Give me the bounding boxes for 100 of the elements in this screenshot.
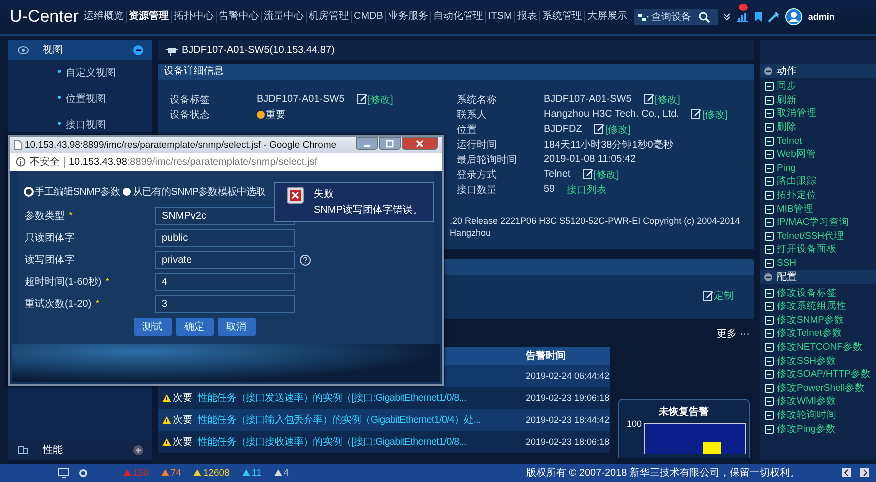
field-value: 59	[544, 184, 556, 195]
field-label: 位置	[457, 124, 478, 136]
action-link[interactable]: 修改SSH参数	[760, 354, 876, 368]
field-label: 参数类型	[25, 210, 65, 223]
minimize-button[interactable]	[356, 137, 378, 150]
field-value: BJDFDZ	[544, 124, 582, 135]
action-link[interactable]: 修改NETCONF参数	[760, 340, 876, 354]
field-label: 接口数量	[457, 184, 498, 196]
monitor-icon	[58, 468, 70, 478]
maximize-button[interactable]	[379, 137, 401, 150]
nav-tab[interactable]: 流量中心	[260, 11, 306, 23]
column-header: 告警时间	[525, 350, 567, 363]
action-link[interactable]: Telnet/SSH代理	[760, 230, 876, 244]
nav-tab[interactable]: 大屏展示	[584, 11, 630, 23]
help-icon[interactable]: ?	[300, 254, 311, 266]
nav-tab[interactable]: 报表	[514, 11, 540, 23]
close-button[interactable]	[402, 137, 438, 150]
sidebar-item[interactable]: 接口视图	[8, 112, 152, 138]
user-name[interactable]: admin	[808, 12, 835, 22]
square-icon	[765, 204, 774, 214]
nav-tab[interactable]: 拓扑中心	[170, 11, 216, 23]
axis-label: 100	[627, 419, 642, 429]
text-field[interactable]: 4	[155, 273, 295, 291]
action-link[interactable]: SSH	[760, 256, 876, 270]
table-cell-text: 2019-02-23 18:06:18	[525, 437, 610, 447]
action-link[interactable]: 拓扑定位	[760, 188, 876, 202]
action-link[interactable]: 删除	[760, 120, 876, 134]
dialog-button[interactable]: 确定	[176, 318, 214, 336]
dialog-button[interactable]: 取消	[218, 318, 256, 336]
alarm-link[interactable]: 性能任务（接口接收速率）的实例（[接口:GigabitEthernet1/0/8...	[198, 437, 466, 448]
square-icon	[765, 259, 774, 268]
text-field[interactable]: 3	[155, 295, 295, 313]
search-field[interactable]: 查询设备	[651, 12, 698, 22]
bar-chart-icon	[736, 12, 750, 22]
action-link[interactable]: 修改SNMP参数	[760, 314, 876, 328]
nav-tab[interactable]: CMDB	[350, 11, 386, 23]
alarm-count[interactable]: 11	[252, 468, 262, 478]
text-field[interactable]: private	[155, 251, 295, 269]
nav-tab[interactable]: ITSM	[485, 11, 514, 23]
nav-tab[interactable]: 运维概览	[82, 11, 126, 23]
action-link[interactable]: 路由跟踪	[760, 175, 876, 189]
nav-tab[interactable]: 告警中心	[216, 11, 261, 23]
action-link[interactable]: MIB管理	[760, 202, 876, 216]
edit-link[interactable]: [修改]	[594, 122, 631, 136]
sidebar-item[interactable]: 自定义视图	[8, 60, 152, 86]
radio-button[interactable]	[122, 188, 131, 196]
radio-button[interactable]	[25, 188, 33, 196]
action-link[interactable]: 刷新	[760, 94, 876, 108]
action-link[interactable]: 修改Ping参数	[760, 422, 876, 436]
action-link[interactable]: 修改PowerShell参数	[760, 381, 876, 396]
edit-link[interactable]: [修改]	[356, 92, 394, 106]
text-field[interactable]: public	[155, 229, 295, 247]
action-link[interactable]: 修改设备标签	[760, 286, 876, 300]
edit-link[interactable]: [修改]	[644, 92, 680, 106]
field-value: BJDF107-A01-SW5	[544, 94, 632, 105]
radio-option[interactable]: 手工编辑SNMP参数	[25, 185, 120, 199]
action-link[interactable]: 修改系统组属性	[760, 300, 876, 314]
nav-tab[interactable]: 业务服务	[385, 11, 430, 23]
action-link[interactable]: 同步	[760, 80, 876, 94]
sidebar-header[interactable]: 性能	[8, 440, 152, 460]
interface-list-link[interactable]: 接口列表	[567, 182, 608, 196]
action-link[interactable]: Ping	[760, 162, 876, 176]
radio-option[interactable]: 从已有的SNMP参数模板中选取	[122, 185, 266, 199]
sidebar-item[interactable]: 位置视图	[8, 86, 152, 112]
action-link[interactable]: IP/MAC学习查询	[760, 216, 876, 230]
edit-link[interactable]: [修改]	[691, 108, 728, 122]
nav-tab[interactable]: 自动化管理	[430, 11, 486, 23]
alarm-count[interactable]: 4	[284, 468, 290, 478]
alarm-link[interactable]: 性能任务（接口输入包丢弃率）的实例（GigabitEthernet1/0/4）处...	[198, 415, 481, 426]
action-link[interactable]: Telnet	[760, 134, 876, 148]
square-icon	[765, 82, 774, 92]
dialog-button[interactable]: 测试	[134, 318, 172, 336]
alarm-link[interactable]: 性能任务（接口发送速率）的实例（[接口:GigabitEthernet1/0/8...	[198, 393, 466, 404]
action-link[interactable]: 取消管理	[760, 107, 876, 121]
action-link[interactable]: 打开设备面板	[760, 243, 876, 257]
action-link[interactable]: 修改轮询时间	[760, 408, 876, 422]
square-icon	[765, 329, 774, 338]
nav-tab[interactable]: 机房管理	[306, 11, 351, 23]
customize-link[interactable]: 定制	[703, 289, 734, 303]
required-mark: *	[96, 298, 100, 310]
edit-link[interactable]: [修改]	[582, 168, 620, 182]
more-link[interactable]: 更多 ···	[717, 327, 750, 341]
square-icon	[765, 384, 774, 393]
alarm-count[interactable]: 12608	[203, 468, 230, 478]
square-icon	[765, 424, 774, 434]
action-link[interactable]: Web网管	[760, 148, 876, 162]
action-link[interactable]: 修改WMI参数	[760, 395, 876, 409]
logo[interactable]: U-Center	[10, 7, 79, 27]
alarm-level: 次要	[173, 436, 193, 449]
action-link[interactable]: 修改Telnet参数	[760, 327, 876, 341]
field-label: 超时时间(1-60秒)	[25, 276, 102, 289]
search-bar[interactable]: 查询设备	[634, 9, 718, 25]
nav-tab[interactable]: 系统管理	[539, 11, 584, 23]
sidebar-header[interactable]: 视图	[8, 40, 152, 60]
nav-tab[interactable]: 资源管理	[126, 11, 171, 23]
square-icon	[765, 342, 774, 352]
address-bar[interactable]: 不安全 10.153.43.98:8899/imc/res/paratemplate/snmp/select.jsf	[10, 153, 442, 171]
alarm-level: 次要	[173, 414, 193, 427]
error-icon	[287, 187, 304, 204]
action-link[interactable]: 修改SOAP/HTTP参数	[760, 368, 876, 382]
